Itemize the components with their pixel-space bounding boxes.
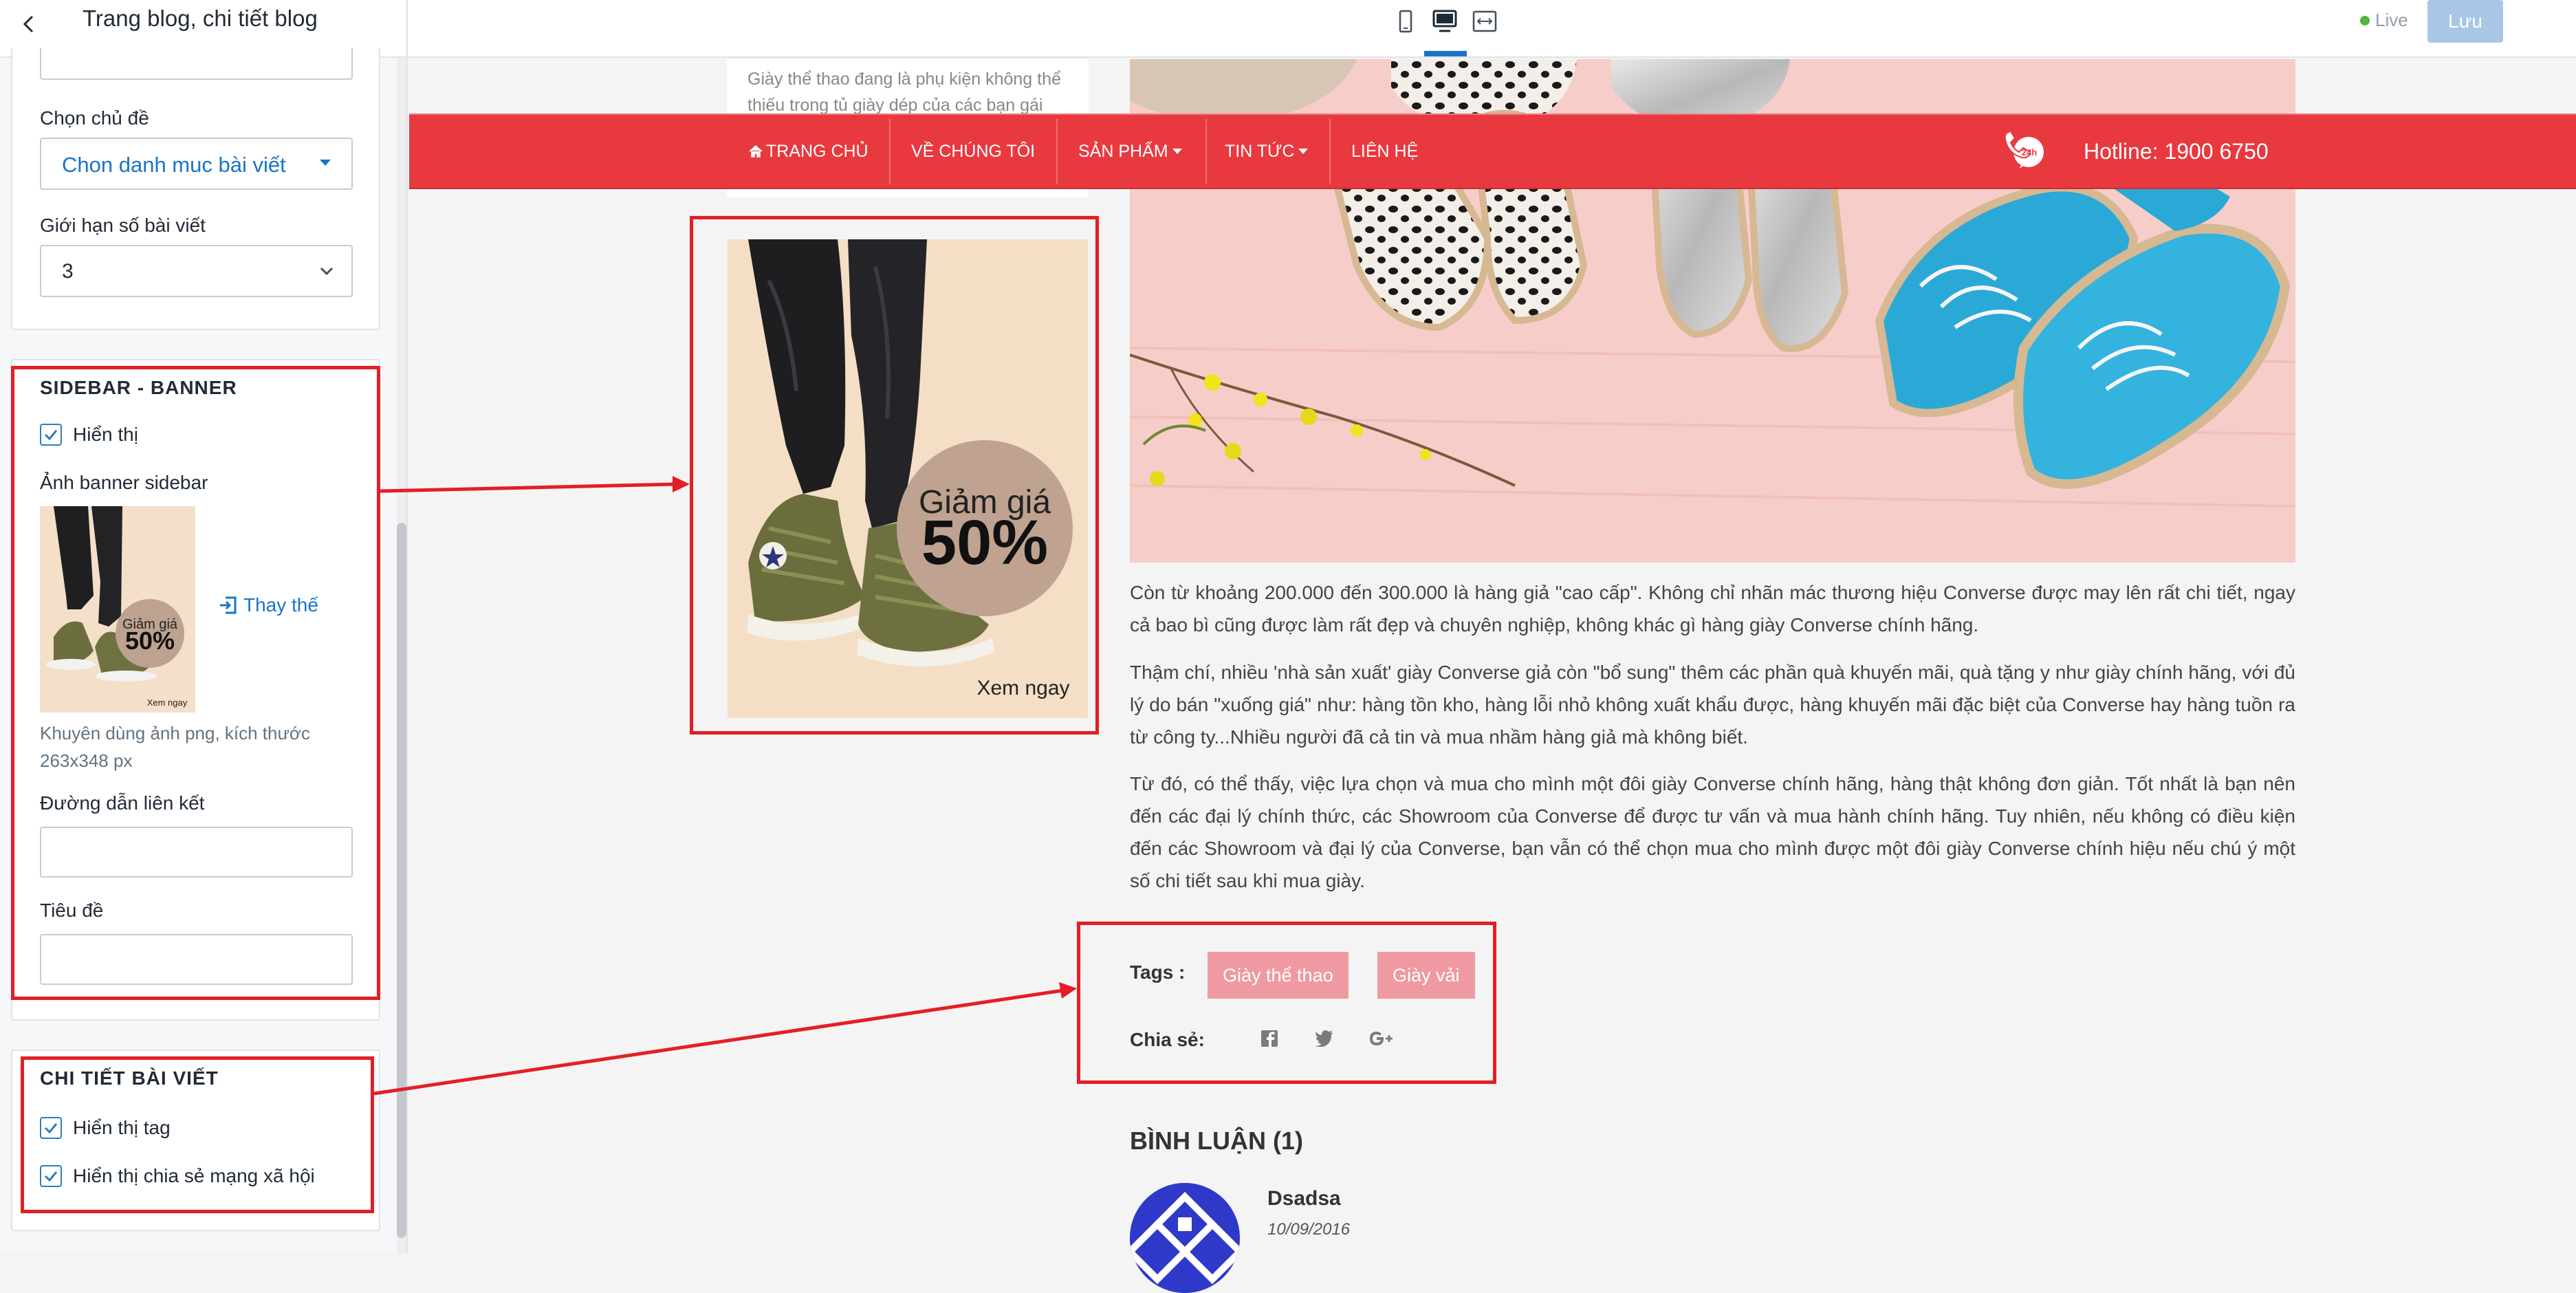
caret-down-icon (1172, 149, 1182, 154)
desktop-icon[interactable] (1430, 8, 1460, 34)
nav-contact-label: LIÊN HỆ (1351, 142, 1419, 161)
hotline-text: Hotline: 1900 6750 (2084, 139, 2269, 164)
sidebar-scrollbar-thumb[interactable] (397, 523, 406, 1238)
blog-settings-card: Chọn chủ đề Chon danh muc bài viết Giới … (11, 48, 380, 330)
caret-down-icon (320, 160, 331, 166)
article-paragraph: Còn từ khoảng 200.000 đến 300.000 là hàn… (1130, 582, 2295, 635)
article-paragraph: Từ đó, có thể thấy, việc lựa chọn và mua… (1130, 773, 2295, 891)
nav-divider (1205, 119, 1207, 184)
editor-toolbar: Live Lưu (408, 0, 2576, 58)
fullwidth-icon[interactable] (1470, 8, 1500, 34)
comment-author: Dsadsa (1267, 1187, 1341, 1210)
mobile-icon[interactable] (1390, 8, 1420, 34)
nav-products-label: SẢN PHẨM (1078, 142, 1168, 161)
live-dot-icon (2360, 16, 2370, 25)
nav-home-label: TRANG CHỦ (766, 142, 869, 161)
main-navigation: TRANG CHỦ VỀ CHÚNG TÔI SẢN PHẨM TIN TỨC … (409, 113, 2576, 189)
post-limit-select[interactable]: 3 (40, 245, 353, 297)
home-icon (749, 144, 763, 157)
post-intro-text: Giày thể thao đang là phụ kiện không thể… (747, 69, 1061, 115)
nav-divider (1056, 119, 1058, 184)
comment-date: 10/09/2016 (1267, 1220, 1351, 1239)
nav-divider (1329, 119, 1331, 184)
comments-title: BÌNH LUẬN (1) (1130, 1127, 1303, 1155)
post-limit-value: 3 (62, 260, 74, 283)
category-label: Chọn chủ đề (40, 107, 149, 129)
nav-contact[interactable]: LIÊN HỆ (1351, 115, 1418, 188)
annotation-box-banner-settings (11, 366, 380, 1000)
category-select[interactable]: Chon danh muc bài viết (40, 138, 353, 190)
nav-products[interactable]: SẢN PHẨM (1078, 115, 1182, 188)
chevron-down-icon (317, 261, 336, 281)
nav-news[interactable]: TIN TỨC (1225, 115, 1309, 188)
category-select-value: Chon danh muc bài viết (62, 153, 286, 177)
nav-news-label: TIN TỨC (1225, 142, 1295, 161)
nav-about[interactable]: VỀ CHÚNG TÔI (911, 115, 1035, 188)
caret-down-icon (1298, 149, 1309, 154)
save-button[interactable]: Lưu (2427, 0, 2503, 43)
live-status: Live (2360, 10, 2408, 31)
annotation-box-tags-preview (1077, 922, 1496, 1084)
previous-field-input[interactable] (40, 48, 353, 80)
article-paragraph: Thậm chí, nhiều 'nhà sản xuất' giày Conv… (1130, 662, 2295, 748)
active-device-indicator (1424, 51, 1467, 56)
back-icon[interactable] (14, 8, 45, 40)
sidebar-title: Trang blog, chi tiết blog (83, 6, 318, 31)
nav-about-label: VỀ CHÚNG TÔI (911, 142, 1036, 161)
nav-divider (889, 119, 891, 184)
avatar (1130, 1183, 1240, 1293)
nav-home[interactable]: TRANG CHỦ (748, 115, 869, 188)
post-limit-label: Giới hạn số bài viết (40, 215, 206, 236)
annotation-box-detail-settings (21, 1056, 374, 1213)
hotline-badge-text: 24h (2022, 147, 2037, 157)
live-label: Live (2375, 10, 2408, 30)
annotation-box-banner-preview (690, 216, 1099, 735)
phone-24h-icon: 24h (2001, 129, 2049, 177)
